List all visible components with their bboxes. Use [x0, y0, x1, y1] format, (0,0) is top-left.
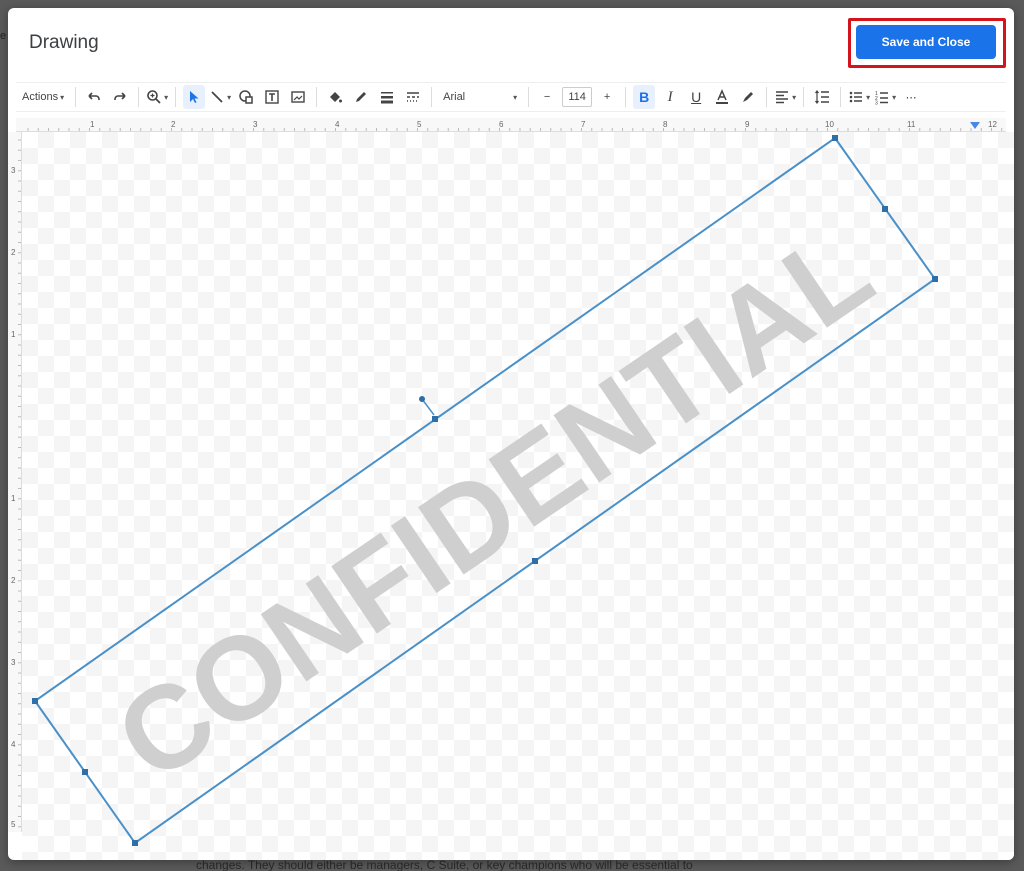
ruler-label: 10	[825, 120, 834, 129]
ruler-label: 1	[11, 330, 16, 339]
resize-handle[interactable]	[532, 558, 538, 564]
font-name: Arial	[443, 91, 466, 103]
text-box-icon[interactable]	[261, 85, 283, 109]
redo-icon[interactable]	[109, 85, 131, 109]
underline-icon[interactable]: U	[685, 85, 707, 109]
more-icon[interactable]: ⋯	[900, 85, 922, 109]
ruler-label: 4	[11, 740, 16, 749]
bold-icon[interactable]: B	[633, 85, 656, 109]
ruler-label: 3	[11, 166, 16, 175]
bulleted-list-icon[interactable]: ▾	[848, 85, 870, 109]
font-select[interactable]: Arial ▾	[437, 85, 523, 109]
svg-text:3: 3	[875, 101, 878, 106]
ruler-label: 5	[417, 120, 422, 129]
image-icon[interactable]	[287, 85, 309, 109]
line-icon[interactable]: ▾	[209, 85, 231, 109]
indent-marker-icon[interactable]	[970, 122, 980, 130]
divider	[840, 87, 842, 107]
border-weight-icon[interactable]	[376, 85, 398, 109]
resize-handle[interactable]	[82, 769, 88, 775]
horizontal-ruler: 1 2 3 4 5 6 7 8 9 10 11 12	[16, 118, 1006, 132]
resize-handle[interactable]	[882, 206, 888, 212]
ruler-label: 7	[581, 120, 586, 129]
divider	[625, 87, 627, 107]
italic-icon[interactable]: I	[659, 85, 681, 109]
line-spacing-icon[interactable]	[811, 85, 833, 109]
ruler-label: 5	[11, 820, 16, 829]
undo-icon[interactable]	[83, 85, 105, 109]
divider	[138, 87, 140, 107]
resize-handle[interactable]	[32, 698, 38, 704]
wordart-text[interactable]: CONFIDENTIAL	[94, 204, 895, 807]
dialog-header: Drawing Save and Close	[8, 8, 1014, 78]
chevron-down-icon: ▾	[866, 92, 871, 102]
canvas-svg: CONFIDENTIAL	[32, 135, 938, 846]
drawing-canvas[interactable]: CONFIDENTIAL	[22, 132, 1014, 860]
increase-font-size-button[interactable]: +	[596, 85, 618, 109]
ruler-label: 3	[11, 658, 16, 667]
vertical-ruler: 3 2 1 1 2 3 4 5	[8, 132, 22, 832]
highlight-icon[interactable]	[737, 85, 759, 109]
divider	[431, 87, 433, 107]
align-icon[interactable]: ▾	[774, 85, 796, 109]
fill-color-icon[interactable]	[324, 85, 346, 109]
ruler-label: 2	[171, 120, 176, 129]
chevron-down-icon: ▾	[164, 92, 169, 102]
resize-handle[interactable]	[832, 135, 838, 141]
divider	[766, 87, 768, 107]
border-color-icon[interactable]	[350, 85, 372, 109]
ruler-label: 6	[499, 120, 504, 129]
font-size-input[interactable]: 114	[562, 87, 593, 107]
resize-handle[interactable]	[132, 840, 138, 846]
ruler-label: 1	[11, 494, 16, 503]
ruler-label: 11	[907, 120, 916, 129]
resize-handle[interactable]	[432, 416, 438, 422]
divider	[803, 87, 805, 107]
ruler-label: 3	[253, 120, 258, 129]
divider	[528, 87, 530, 107]
divider	[75, 87, 77, 107]
chevron-down-icon: ▾	[60, 92, 65, 102]
horizontal-ruler-ticks	[27, 128, 1003, 131]
actions-menu[interactable]: Actions ▾	[18, 85, 68, 109]
save-and-close-button[interactable]: Save and Close	[856, 25, 996, 59]
ruler-label: 4	[335, 120, 340, 129]
ruler-label: 12	[988, 120, 997, 129]
resize-handle[interactable]	[932, 276, 938, 282]
chevron-down-icon: ▾	[792, 92, 797, 102]
text-color-icon[interactable]	[711, 85, 733, 109]
vertical-ruler-ticks	[18, 139, 21, 828]
chevron-down-icon: ▾	[227, 92, 232, 102]
divider	[316, 87, 318, 107]
divider	[175, 87, 177, 107]
numbered-list-icon[interactable]: 123 ▾	[874, 85, 896, 109]
rotation-handle[interactable]	[419, 396, 425, 402]
actions-label: Actions	[22, 91, 59, 103]
dialog-title: Drawing	[29, 32, 99, 53]
ruler-label: 9	[745, 120, 750, 129]
toolbar: Actions ▾ ▾ ▾ Arial ▾ − 114 + B I U ▾ ▾ …	[16, 82, 1006, 112]
shape-icon[interactable]	[235, 85, 257, 109]
border-dash-icon[interactable]	[402, 85, 424, 109]
ruler-label: 2	[11, 576, 16, 585]
ruler-label: 8	[663, 120, 668, 129]
zoom-icon[interactable]: ▾	[146, 85, 168, 109]
decrease-font-size-button[interactable]: −	[536, 85, 558, 109]
backdrop-edge: e	[0, 30, 7, 42]
drawing-dialog: Drawing Save and Close Actions ▾ ▾ ▾ Ari…	[8, 8, 1014, 860]
chevron-down-icon: ▾	[513, 92, 518, 102]
ruler-label: 1	[90, 120, 95, 129]
select-icon[interactable]	[183, 85, 206, 109]
chevron-down-icon: ▾	[892, 92, 897, 102]
ruler-label: 2	[11, 248, 16, 257]
